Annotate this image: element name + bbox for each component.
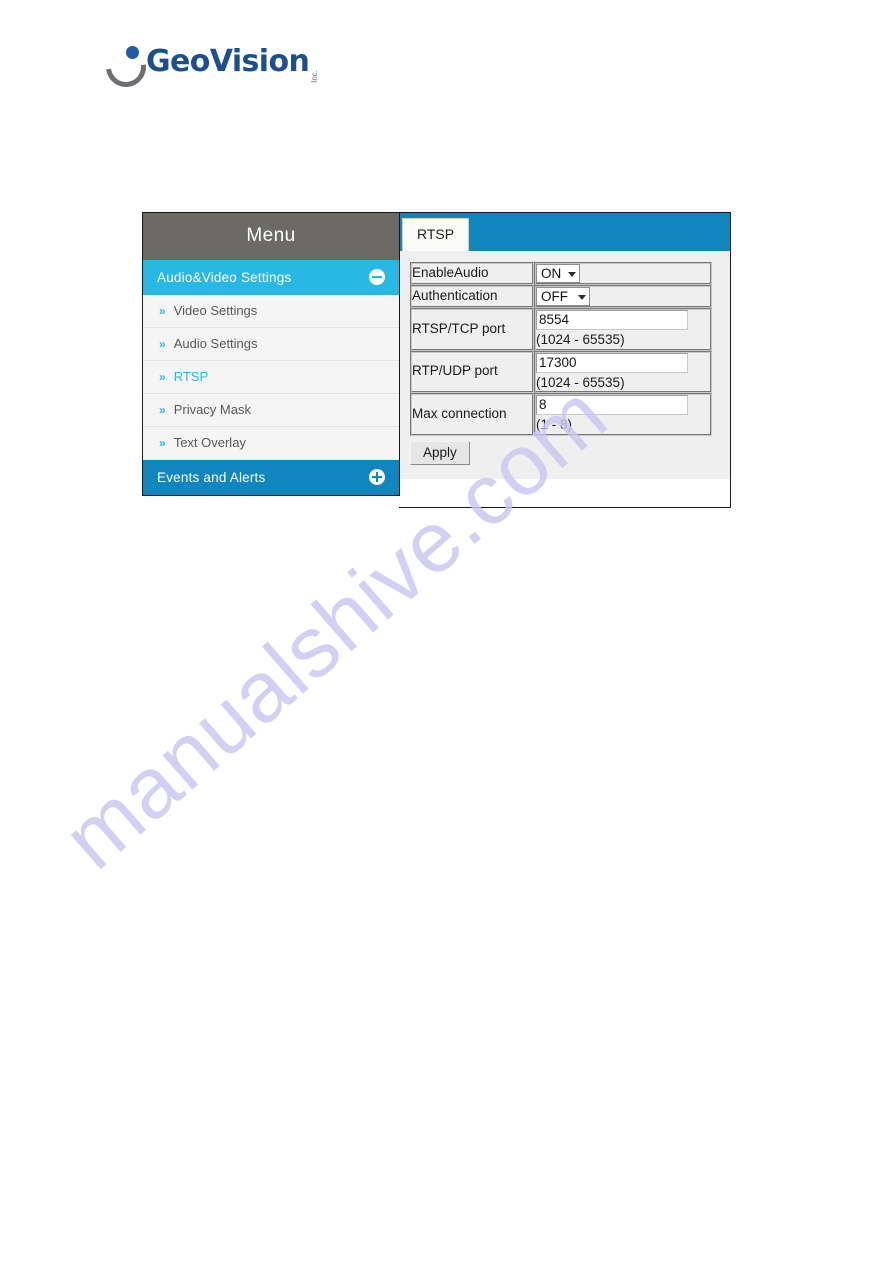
brand-name: GeoVision <box>146 44 310 79</box>
table-row: RTSP/TCP port 8554 (1024 - 65535) <box>410 308 712 351</box>
sidebar-item-video-settings[interactable]: » Video Settings <box>143 295 399 328</box>
sidebar-section-label: Audio&Video Settings <box>157 269 292 285</box>
authentication-selected-value: OFF <box>541 289 568 304</box>
tab-rtsp[interactable]: RTSP <box>402 218 470 251</box>
tabstrip: RTSP <box>399 213 730 251</box>
menu-header: Menu <box>143 213 399 260</box>
sidebar-item-label: Audio Settings <box>173 336 258 351</box>
sidebar-item-text-overlay[interactable]: » Text Overlay <box>143 427 399 460</box>
apply-button[interactable]: Apply <box>410 440 470 465</box>
max-connection-input[interactable]: 8 <box>536 395 688 416</box>
rtsp-settings-form: EnableAudio ON Authentication OFF RTSP/T… <box>399 251 730 485</box>
geovision-crescent-icon <box>97 38 155 96</box>
enable-audio-select[interactable]: ON <box>536 264 580 283</box>
rtsp-tcp-port-input[interactable]: 8554 <box>536 310 688 330</box>
geovision-logo: GeoVision Inc. <box>97 38 320 96</box>
sidebar-item-rtsp[interactable]: » RTSP <box>143 361 399 394</box>
brand-suffix: Inc. <box>310 70 320 83</box>
double-chevron-right-icon: » <box>159 369 166 384</box>
row-value-enable-audio: ON <box>534 262 712 285</box>
row-label-max-connection: Max connection <box>410 393 534 436</box>
minus-circle-icon[interactable] <box>369 269 385 285</box>
sidebar: Menu Audio&Video Settings » Video Settin… <box>142 212 400 496</box>
row-label-enable-audio: EnableAudio <box>410 262 534 285</box>
table-row: Max connection 8 (1 - 8) <box>410 393 712 436</box>
chevron-down-icon <box>578 294 586 300</box>
table-row: EnableAudio ON <box>410 262 712 285</box>
row-label-authentication: Authentication <box>410 285 534 308</box>
content-panel: RTSP EnableAudio ON Authentication OFF R… <box>399 212 731 508</box>
table-row: Authentication OFF <box>410 285 712 308</box>
table-row: RTP/UDP port 17300 (1024 - 65535) <box>410 350 712 394</box>
sidebar-item-label: Video Settings <box>173 303 258 318</box>
row-value-authentication: OFF <box>534 285 712 308</box>
double-chevron-right-icon: » <box>159 336 166 351</box>
rtp-udp-port-input[interactable]: 17300 <box>536 352 688 373</box>
double-chevron-right-icon: » <box>159 303 166 318</box>
rtsp-tcp-port-hint: (1024 - 65535) <box>536 332 625 347</box>
row-label-rtsp-tcp-port: RTSP/TCP port <box>410 308 534 351</box>
camera-web-ui: Menu Audio&Video Settings » Video Settin… <box>142 212 732 508</box>
authentication-select[interactable]: OFF <box>536 287 590 306</box>
double-chevron-right-icon: » <box>159 435 166 450</box>
enable-audio-selected-value: ON <box>541 266 562 281</box>
sidebar-section-events-and-alerts[interactable]: Events and Alerts <box>143 460 399 495</box>
apply-row: Apply <box>410 440 720 465</box>
sidebar-item-label: RTSP <box>173 369 209 384</box>
sidebar-item-audio-settings[interactable]: » Audio Settings <box>143 328 399 361</box>
sidebar-section-label: Events and Alerts <box>157 469 266 485</box>
double-chevron-right-icon: » <box>159 402 166 417</box>
settings-table: EnableAudio ON Authentication OFF RTSP/T… <box>410 262 712 436</box>
row-value-rtp-udp-port: 17300 (1024 - 65535) <box>534 350 712 394</box>
sidebar-item-label: Text Overlay <box>173 435 246 450</box>
panel-footer <box>399 484 730 507</box>
sidebar-item-privacy-mask[interactable]: » Privacy Mask <box>143 394 399 427</box>
chevron-down-icon <box>568 271 576 277</box>
row-value-max-connection: 8 (1 - 8) <box>534 393 712 436</box>
rtp-udp-port-hint: (1024 - 65535) <box>536 374 625 390</box>
row-value-rtsp-tcp-port: 8554 (1024 - 65535) <box>534 308 712 351</box>
sidebar-item-label: Privacy Mask <box>173 402 251 417</box>
sidebar-section-audio-video-settings[interactable]: Audio&Video Settings <box>143 260 399 295</box>
watermark-overlay: manualshive.com <box>0 0 893 1263</box>
row-label-rtp-udp-port: RTP/UDP port <box>410 350 534 394</box>
max-connection-hint: (1 - 8) <box>536 417 573 433</box>
plus-circle-icon[interactable] <box>369 469 385 485</box>
